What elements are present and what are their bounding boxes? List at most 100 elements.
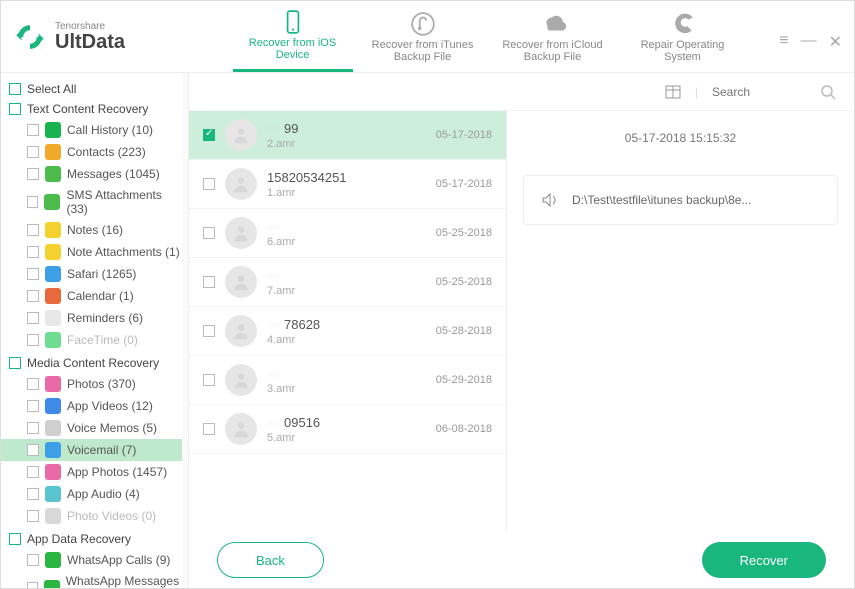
search-icon: [820, 84, 836, 100]
tab-icon: [670, 11, 696, 37]
checkbox[interactable]: [9, 533, 21, 545]
checkbox[interactable]: [27, 146, 39, 158]
top-tab-2[interactable]: Recover from iCloud Backup File: [493, 1, 613, 72]
list-row[interactable]: ···095165.amr06-08-2018: [189, 405, 506, 454]
side-item[interactable]: Notes (16): [1, 219, 188, 241]
checkbox[interactable]: [27, 378, 39, 390]
side-item[interactable]: Photo Videos (0): [1, 505, 188, 527]
row-date: 05-29-2018: [436, 374, 492, 386]
checkbox[interactable]: [203, 227, 215, 239]
hamburger-icon[interactable]: ≡: [779, 32, 788, 50]
list-row[interactable]: ···786284.amr05-28-2018: [189, 307, 506, 356]
search-box[interactable]: [712, 84, 836, 100]
side-item[interactable]: Photos (370): [1, 373, 188, 395]
avatar-icon: [225, 315, 257, 347]
category-icon: [45, 420, 61, 436]
side-item[interactable]: Reminders (6): [1, 307, 188, 329]
side-item[interactable]: Call History (10): [1, 119, 188, 141]
checkbox[interactable]: [27, 510, 39, 522]
checkbox[interactable]: [203, 423, 215, 435]
side-item[interactable]: App Audio (4): [1, 483, 188, 505]
search-input[interactable]: [712, 85, 812, 99]
side-item[interactable]: Note Attachments (1): [1, 241, 188, 263]
close-icon[interactable]: ✕: [829, 32, 842, 52]
checkbox[interactable]: [203, 374, 215, 386]
checkbox[interactable]: [9, 357, 21, 369]
side-item-label: WhatsApp Calls (9): [67, 553, 170, 567]
list-row[interactable]: ···7.amr05-25-2018: [189, 258, 506, 307]
top-tab-3[interactable]: Repair Operating System: [623, 1, 743, 72]
top-tab-1[interactable]: Recover from iTunes Backup File: [363, 1, 483, 72]
side-item-label: Call History (10): [67, 123, 153, 137]
category-icon: [45, 166, 61, 182]
checkbox[interactable]: [203, 276, 215, 288]
side-item[interactable]: App Photos (1457): [1, 461, 188, 483]
checkbox[interactable]: [27, 422, 39, 434]
recover-button[interactable]: Recover: [702, 542, 826, 578]
category-icon: [45, 222, 61, 238]
checkbox[interactable]: [203, 129, 215, 141]
checkbox[interactable]: [27, 224, 39, 236]
list-row[interactable]: ···3.amr05-29-2018: [189, 356, 506, 405]
row-sub: 5.amr: [267, 432, 426, 444]
avatar-icon: [225, 217, 257, 249]
side-item[interactable]: FaceTime (0): [1, 329, 188, 351]
side-item[interactable]: SMS Attachments (33): [1, 185, 188, 219]
checkbox[interactable]: [27, 196, 38, 208]
checkbox[interactable]: [9, 83, 21, 95]
minimize-icon[interactable]: —: [801, 32, 817, 50]
list-row[interactable]: ···6.amr05-25-2018: [189, 209, 506, 258]
checkbox[interactable]: [27, 444, 39, 456]
side-group-head[interactable]: Media Content Recovery: [1, 353, 188, 373]
category-icon: [45, 552, 61, 568]
sound-icon: [540, 190, 560, 210]
side-item-label: Photos (370): [67, 377, 136, 391]
checkbox[interactable]: [27, 246, 39, 258]
side-item[interactable]: Voicemail (7): [1, 439, 188, 461]
columns-icon[interactable]: [665, 84, 681, 100]
checkbox[interactable]: [27, 466, 39, 478]
checkbox[interactable]: [9, 103, 21, 115]
checkbox[interactable]: [27, 488, 39, 500]
side-item[interactable]: Voice Memos (5): [1, 417, 188, 439]
side-item[interactable]: App Videos (12): [1, 395, 188, 417]
side-group-head[interactable]: Text Content Recovery: [1, 99, 188, 119]
category-icon: [45, 310, 61, 326]
side-item[interactable]: Safari (1265): [1, 263, 188, 285]
checkbox[interactable]: [27, 168, 39, 180]
checkbox[interactable]: [27, 582, 38, 588]
checkbox[interactable]: [203, 178, 215, 190]
checkbox[interactable]: [27, 334, 39, 346]
list-row[interactable]: 158205342511.amr05-17-2018: [189, 160, 506, 209]
side-item-label: Safari (1265): [67, 267, 136, 281]
top-tab-0[interactable]: Recover from iOS Device: [233, 1, 353, 72]
row-date: 05-28-2018: [436, 325, 492, 337]
group-title: Media Content Recovery: [27, 356, 159, 370]
side-item[interactable]: Contacts (223): [1, 141, 188, 163]
select-all[interactable]: Select All: [1, 79, 188, 99]
side-item-label: Notes (16): [67, 223, 123, 237]
side-item[interactable]: Calendar (1): [1, 285, 188, 307]
brand-sub: Tenorshare: [55, 22, 125, 32]
checkbox[interactable]: [27, 400, 39, 412]
category-icon: [45, 122, 61, 138]
checkbox[interactable]: [27, 554, 39, 566]
row-title: 15820534251: [267, 170, 426, 185]
checkbox[interactable]: [27, 312, 39, 324]
checkbox[interactable]: [27, 124, 39, 136]
tab-label: Recover from iTunes Backup File: [363, 39, 483, 63]
category-icon: [45, 144, 61, 160]
tab-icon: [280, 9, 306, 35]
checkbox[interactable]: [27, 268, 39, 280]
avatar-icon: [225, 168, 257, 200]
list-row[interactable]: ···992.amr05-17-2018: [189, 111, 506, 160]
back-button[interactable]: Back: [217, 542, 324, 578]
side-item[interactable]: WhatsApp Messages (5): [1, 571, 188, 588]
category-icon: [45, 288, 61, 304]
side-item[interactable]: WhatsApp Calls (9): [1, 549, 188, 571]
side-group-head[interactable]: App Data Recovery: [1, 529, 188, 549]
checkbox[interactable]: [203, 325, 215, 337]
side-item-label: Calendar (1): [67, 289, 134, 303]
checkbox[interactable]: [27, 290, 39, 302]
side-item[interactable]: Messages (1045): [1, 163, 188, 185]
